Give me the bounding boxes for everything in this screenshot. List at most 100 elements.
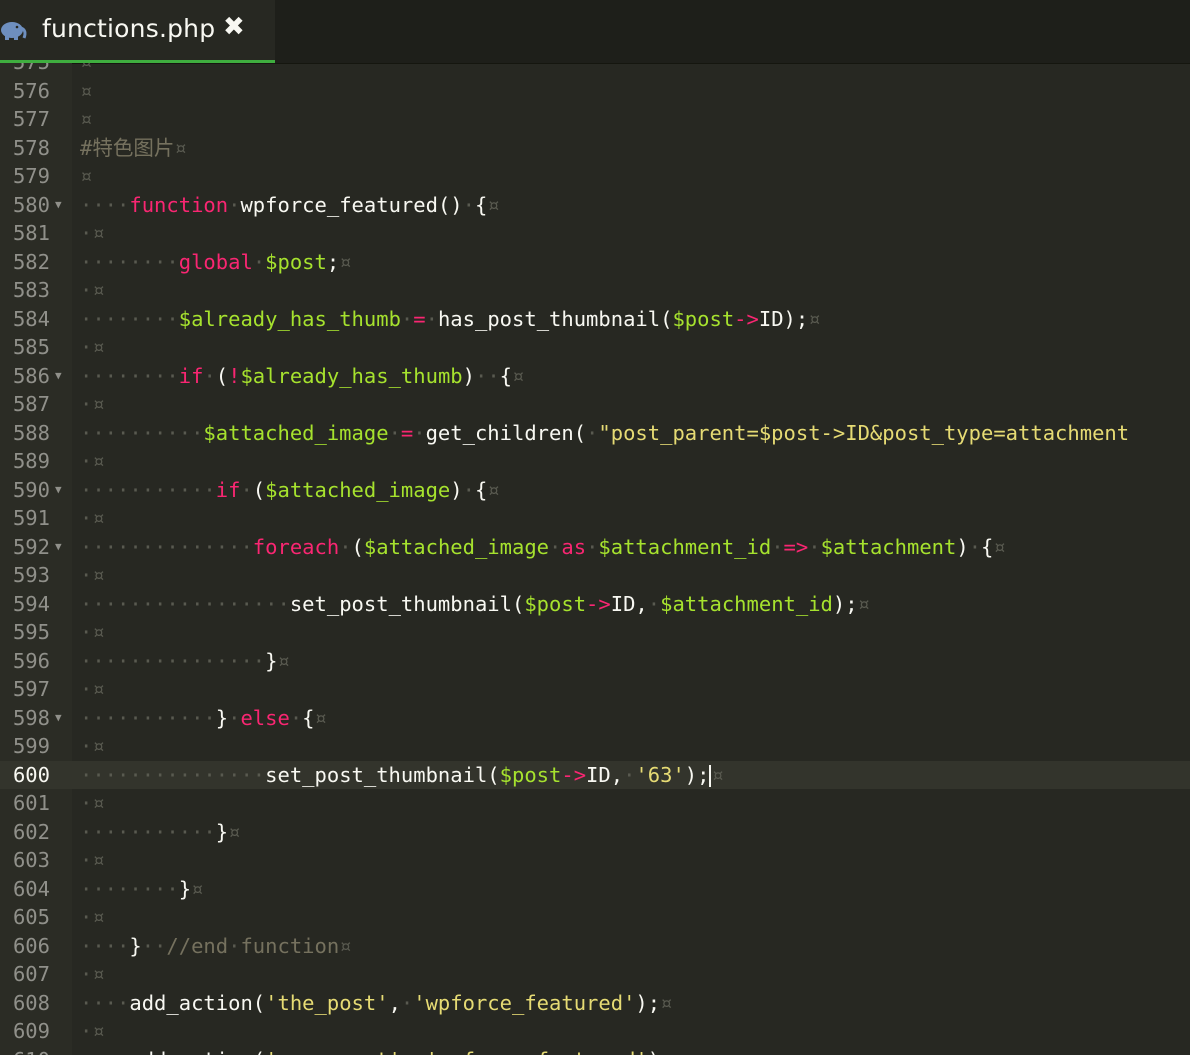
- code-line[interactable]: 580 ▼ ····function·wpforce_featured()·{¤: [0, 191, 1190, 220]
- code-line[interactable]: 597 ·¤: [0, 675, 1190, 704]
- code-token: ¤: [80, 164, 93, 188]
- code-line[interactable]: 578 #特色图片¤: [0, 134, 1190, 163]
- code-line[interactable]: 605 ·¤: [0, 903, 1190, 932]
- code-token: ·¤: [80, 677, 105, 701]
- fold-arrow-icon[interactable]: ▼: [55, 191, 62, 220]
- code-line[interactable]: 607 ·¤: [0, 960, 1190, 989]
- close-icon[interactable]: ✖: [223, 12, 245, 42]
- code-text: ········$already_has_thumb·=·has_post_th…: [80, 305, 821, 334]
- code-editor[interactable]: 575¤576¤577¤578#特色图片¤579¤580▼····functio…: [0, 63, 1190, 1055]
- line-number: 594: [12, 591, 50, 616]
- code-line[interactable]: 602 ···········}¤: [0, 818, 1190, 847]
- code-token: ¤: [80, 107, 93, 131]
- code-line[interactable]: 575 ¤: [0, 63, 1190, 77]
- line-number: 610: [0, 1046, 50, 1055]
- line-number: 599: [12, 734, 50, 758]
- code-line[interactable]: 576 ¤: [0, 77, 1190, 106]
- code-line[interactable]: 610 ····add_action('save_post',·'wpforce_…: [0, 1046, 1190, 1055]
- code-token: ····: [80, 192, 130, 217]
- code-line[interactable]: 603 ·¤: [0, 846, 1190, 875]
- code-line[interactable]: 590 ▼ ···········if·($attached_image)·{¤: [0, 476, 1190, 505]
- line-number: 593: [12, 563, 50, 587]
- code-line[interactable]: 586 ▼ ········if·(!$already_has_thumb)··{¤: [0, 362, 1190, 391]
- code-token: ID);: [758, 306, 809, 331]
- code-line[interactable]: 593 ·¤: [0, 561, 1190, 590]
- fold-arrow-icon[interactable]: ▼: [55, 704, 62, 733]
- code-token: ·: [400, 990, 414, 1015]
- code-line[interactable]: 608 ····add_action('the_post',·'wpforce_f…: [0, 989, 1190, 1018]
- code-line[interactable]: 585 ·¤: [0, 333, 1190, 362]
- code-token: ··············: [80, 534, 253, 559]
- line-number: 606: [12, 933, 50, 958]
- code-token: 'wpforce_featured': [426, 1048, 648, 1055]
- code-token: ID,: [610, 591, 648, 616]
- code-text: ·¤: [80, 504, 105, 533]
- code-token: ¤: [191, 876, 204, 901]
- tab-functions-php[interactable]: functions.php ✖: [0, 0, 275, 63]
- line-number: 577: [12, 107, 50, 131]
- code-line[interactable]: 600 ···············set_post_thumbnail($po…: [0, 760, 1190, 789]
- line-number: 588: [12, 420, 50, 445]
- code-token: ·: [203, 363, 216, 388]
- line-number: 605: [12, 905, 50, 929]
- code-line[interactable]: 591 ·¤: [0, 504, 1190, 533]
- code-line[interactable]: 606 ····}··//end·function¤: [0, 932, 1190, 961]
- code-line[interactable]: 598 ▼ ···········}·else·{¤: [0, 704, 1190, 733]
- code-text: ····function·wpforce_featured()·{¤: [80, 191, 500, 220]
- code-line[interactable]: 592 ▼ ··············foreach·($attached_ima…: [0, 533, 1190, 562]
- fold-arrow-icon[interactable]: ▼: [55, 533, 62, 562]
- code-line[interactable]: 587 ·¤: [0, 390, 1190, 419]
- code-token: foreach: [252, 534, 340, 559]
- line-number: 607: [12, 962, 50, 986]
- code-token: ·: [462, 192, 475, 217]
- code-line[interactable]: 583 ·¤: [0, 276, 1190, 305]
- code-token: }: [215, 705, 229, 730]
- code-token: }: [215, 819, 229, 844]
- code-token: $attached_image: [265, 477, 451, 502]
- code-line[interactable]: 589 ·¤: [0, 447, 1190, 476]
- code-line[interactable]: 609 ·¤: [0, 1017, 1190, 1046]
- code-line[interactable]: 577 ¤: [0, 105, 1190, 134]
- code-token: {: [981, 534, 994, 559]
- code-token: ···········: [80, 477, 216, 502]
- code-line[interactable]: 599 ·¤: [0, 732, 1190, 761]
- code-line[interactable]: 604 ········}¤: [0, 875, 1190, 904]
- code-token: "post_parent=$post->ID&post_type=attachm…: [598, 420, 1130, 445]
- code-line[interactable]: 595 ·¤: [0, 618, 1190, 647]
- code-token: 'the_post': [265, 990, 389, 1015]
- code-token: $attachment_id: [660, 591, 833, 616]
- code-token: ·: [400, 306, 414, 331]
- code-token: ·: [808, 534, 821, 559]
- code-token: set_post_thumbnail(: [289, 591, 525, 616]
- code-token: ········: [80, 876, 179, 901]
- code-line[interactable]: 581 ·¤: [0, 219, 1190, 248]
- code-text: ···········}¤: [80, 818, 240, 847]
- code-token: $attached_image: [203, 420, 389, 445]
- fold-arrow-icon[interactable]: ▼: [55, 362, 62, 391]
- line-number: 609: [12, 1019, 50, 1043]
- code-text: ¤: [80, 77, 92, 106]
- code-token: add_action(: [129, 1048, 265, 1055]
- code-text: ···········if·($attached_image)·{¤: [80, 476, 500, 505]
- code-token: ·················: [80, 591, 290, 616]
- code-token: get_children(: [425, 420, 587, 445]
- code-token: (: [215, 363, 229, 388]
- code-line[interactable]: 579 ¤: [0, 162, 1190, 191]
- code-line[interactable]: 596 ···············}¤: [0, 647, 1190, 676]
- code-token: }: [178, 876, 192, 901]
- code-area[interactable]: 575¤576¤577¤578#特色图片¤579¤580▼····functio…: [0, 63, 1190, 1055]
- code-token: as: [561, 534, 587, 559]
- code-line[interactable]: 601 ·¤: [0, 789, 1190, 818]
- code-token: ·: [289, 705, 303, 730]
- code-text: ·¤: [80, 960, 105, 989]
- code-token: ·: [339, 534, 352, 559]
- code-line[interactable]: 582 ········global·$post;¤: [0, 248, 1190, 277]
- code-token: {: [474, 192, 488, 217]
- code-line[interactable]: 594 ·················set_post_thumbnail( $…: [0, 590, 1190, 619]
- code-text: ········if·(!$already_has_thumb)··{¤: [80, 362, 524, 391]
- code-text: ·¤: [80, 276, 105, 305]
- fold-arrow-icon[interactable]: ▼: [55, 476, 62, 505]
- code-line[interactable]: 588 ··········$attached_image·=·get_child…: [0, 419, 1190, 448]
- code-token: ··: [141, 933, 167, 958]
- code-line[interactable]: 584 ········$already_has_thumb·=·has_post…: [0, 305, 1190, 334]
